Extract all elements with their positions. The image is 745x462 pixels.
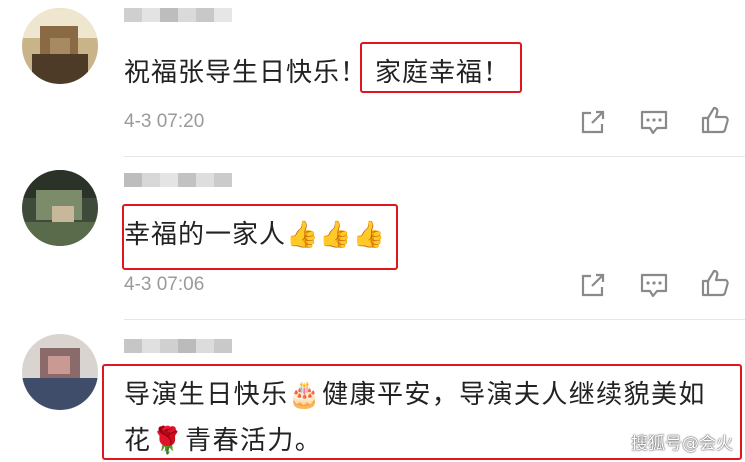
username-blurred[interactable] [124,8,232,22]
watermark: 搜狐号@会火 [631,434,733,454]
comment-item: 祝福张导生日快乐！ 家庭幸福！ 4-3 07:20 [0,0,745,160]
comment-icon[interactable] [639,270,669,300]
avatar[interactable] [22,8,98,84]
highlight-box [360,42,522,93]
divider [124,319,745,320]
comment-text-plain: 祝福张导生日快乐！ [124,58,368,88]
divider [124,156,745,157]
username-blurred[interactable] [124,173,232,187]
highlight-box [122,204,398,270]
username-blurred[interactable] [124,339,232,353]
avatar[interactable] [22,170,98,246]
avatar[interactable] [22,334,98,410]
share-icon[interactable] [578,107,608,137]
share-icon[interactable] [578,270,608,300]
thumbs-up-icon[interactable] [700,268,730,298]
timestamp: 4-3 07:06 [124,274,205,295]
comment-icon[interactable] [639,107,669,137]
comment-item: 幸福的一家人👍👍👍 4-3 07:06 [0,160,745,320]
timestamp: 4-3 07:20 [124,111,205,132]
thumbs-up-icon[interactable] [700,105,730,135]
